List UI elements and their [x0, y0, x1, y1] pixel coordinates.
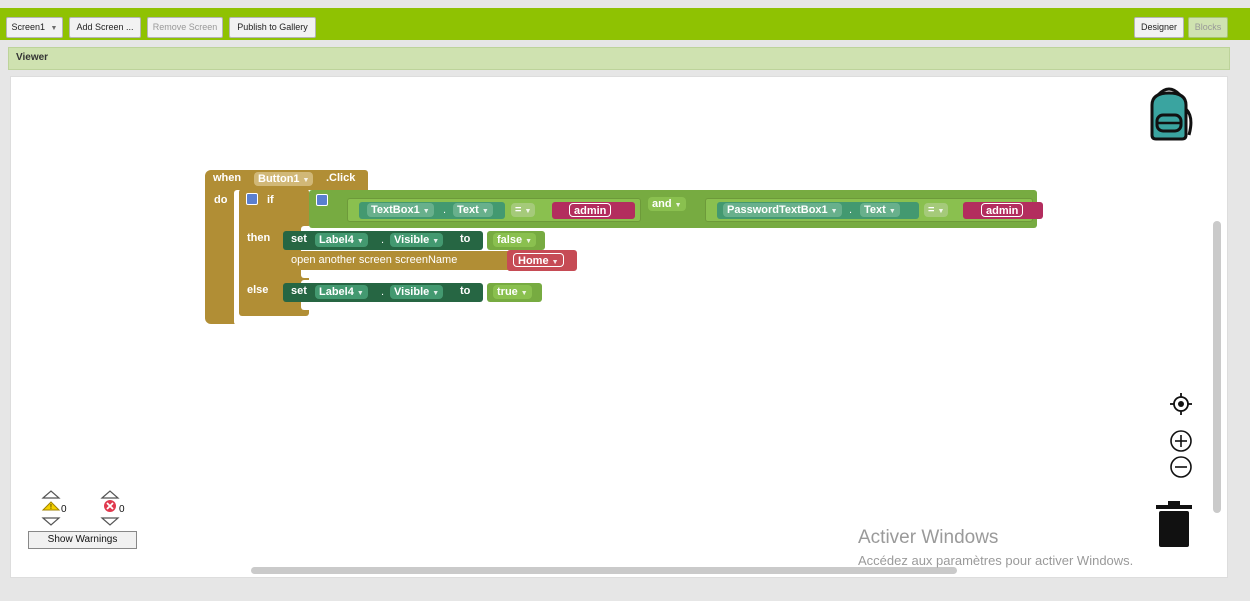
chevron-down-icon: ▼: [356, 290, 364, 297]
visible-dropdown-2[interactable]: Visible ▼: [390, 285, 444, 299]
dot-separator: .: [849, 204, 853, 216]
equals-label: =: [515, 204, 522, 216]
warning-count: 0: [61, 504, 67, 515]
textbox1-label: TextBox1: [371, 204, 420, 216]
admin-text-field-2[interactable]: admin: [981, 203, 1024, 217]
chevron-down-icon: ▼: [50, 25, 58, 32]
error-count: 0: [119, 504, 125, 515]
add-screen-button[interactable]: Add Screen ...: [69, 17, 141, 38]
set-label-2: set: [291, 285, 307, 297]
error-next-icon[interactable]: [100, 517, 120, 526]
chevron-down-icon: ▼: [525, 238, 533, 245]
remove-screen-button[interactable]: Remove Screen: [147, 17, 223, 38]
warning-next-icon[interactable]: [41, 517, 61, 526]
then-label: then: [247, 232, 271, 244]
visible-label-1: Visible: [394, 234, 430, 246]
chevron-down-icon: ▼: [302, 177, 310, 184]
equals-dropdown[interactable]: = ▼: [511, 203, 536, 217]
chevron-down-icon: ▼: [674, 202, 682, 209]
admin-text-field-1[interactable]: admin: [569, 203, 612, 217]
true-label: true: [497, 286, 518, 298]
text-property-label-2: Text: [864, 204, 886, 216]
recenter-icon[interactable]: [1169, 392, 1193, 416]
to-label-2: to: [460, 285, 471, 297]
top-toolbar: Screen1 ▼ Add Screen ... Remove Screen P…: [0, 8, 1250, 40]
else-label: else: [247, 284, 269, 296]
textbox1-dropdown[interactable]: TextBox1 ▼: [367, 203, 434, 217]
dot-separator: .: [381, 286, 385, 298]
blocks-button[interactable]: Blocks: [1188, 17, 1228, 38]
home-dropdown[interactable]: Home ▼: [513, 253, 564, 267]
error-indicator: [100, 490, 120, 526]
if-label: if: [267, 194, 274, 206]
error-prev-icon[interactable]: [100, 490, 120, 499]
viewer-title: Viewer: [16, 52, 49, 63]
warning-indicator: !: [41, 490, 61, 526]
chevron-down-icon: ▼: [356, 238, 364, 245]
activation-watermark-title: Activer Windows: [858, 527, 999, 548]
chevron-down-icon: ▼: [481, 208, 489, 215]
and-operator-dropdown[interactable]: and ▼: [648, 197, 686, 211]
open-screen-label: open another screen screenName: [291, 254, 458, 266]
password-textbox-label: PasswordTextBox1: [727, 204, 828, 216]
chevron-down-icon: ▼: [422, 208, 430, 215]
designer-button[interactable]: Designer: [1134, 17, 1184, 38]
publish-gallery-button[interactable]: Publish to Gallery: [229, 17, 316, 38]
chevron-down-icon: ▼: [551, 259, 559, 266]
label4-label-2: Label4: [319, 286, 354, 298]
to-label-1: to: [460, 233, 471, 245]
screen-select-dropdown[interactable]: Screen1 ▼: [6, 17, 63, 38]
button1-dropdown[interactable]: Button1 ▼: [254, 172, 314, 186]
label4-dropdown-1[interactable]: Label4 ▼: [315, 233, 368, 247]
false-label: false: [497, 234, 523, 246]
dot-separator: .: [381, 234, 385, 246]
backpack-icon[interactable]: [1144, 85, 1194, 141]
true-dropdown[interactable]: true ▼: [493, 285, 532, 299]
activation-watermark-text: Accédez aux paramètres pour activer Wind…: [858, 553, 1134, 568]
chevron-down-icon: ▼: [830, 208, 838, 215]
chevron-down-icon: ▼: [520, 290, 528, 297]
do-label: do: [214, 194, 228, 206]
text-property-dropdown[interactable]: Text ▼: [453, 203, 493, 217]
horizontal-scrollbar[interactable]: [251, 567, 957, 574]
when-label: when: [213, 172, 242, 184]
home-label: Home: [518, 255, 549, 267]
equals-dropdown-2[interactable]: = ▼: [924, 203, 949, 217]
warning-prev-icon[interactable]: [41, 490, 61, 499]
password-textbox-dropdown[interactable]: PasswordTextBox1 ▼: [723, 203, 842, 217]
set-label-1: set: [291, 233, 307, 245]
blocks-workspace[interactable]: when Button1 ▼ .Click do if then else Tex…: [10, 76, 1228, 578]
dot-separator: .: [443, 204, 447, 216]
chevron-down-icon: ▼: [937, 208, 945, 215]
text-property-label: Text: [457, 204, 479, 216]
equals-label-2: =: [928, 204, 935, 216]
zoom-out-icon[interactable]: [1169, 455, 1193, 479]
show-warnings-button[interactable]: Show Warnings: [28, 531, 137, 549]
chevron-down-icon: ▼: [432, 290, 440, 297]
and-label: and: [652, 198, 672, 210]
label4-dropdown-2[interactable]: Label4 ▼: [315, 285, 368, 299]
svg-text:!: !: [50, 504, 52, 511]
gear-icon[interactable]: [316, 194, 328, 206]
chevron-down-icon: ▼: [432, 238, 440, 245]
click-label: .Click: [326, 172, 356, 184]
visible-label-2: Visible: [394, 286, 430, 298]
screen-select-label: Screen1: [11, 22, 46, 32]
zoom-in-icon[interactable]: [1169, 429, 1193, 453]
false-dropdown[interactable]: false ▼: [493, 233, 537, 247]
vertical-scrollbar[interactable]: [1213, 221, 1221, 513]
gear-icon[interactable]: [246, 193, 258, 205]
chevron-down-icon: ▼: [524, 208, 532, 215]
visible-dropdown-1[interactable]: Visible ▼: [390, 233, 444, 247]
button1-label: Button1: [258, 173, 300, 185]
chevron-down-icon: ▼: [888, 208, 896, 215]
trash-icon[interactable]: [1154, 499, 1194, 549]
text-property-dropdown-2[interactable]: Text ▼: [860, 203, 900, 217]
label4-label-1: Label4: [319, 234, 354, 246]
viewer-header: Viewer: [8, 47, 1230, 70]
